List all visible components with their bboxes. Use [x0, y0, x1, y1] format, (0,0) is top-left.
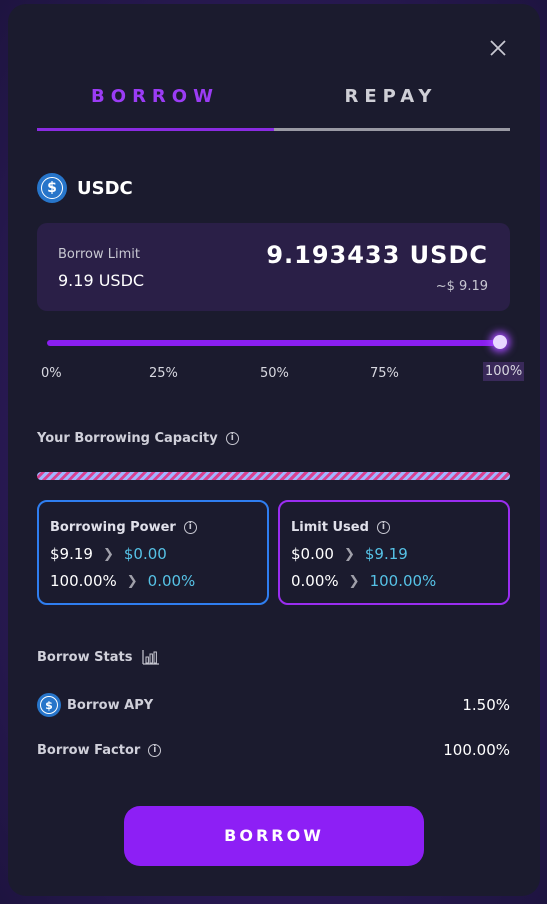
info-icon[interactable]: i: [148, 743, 162, 757]
limit-to-pct: 100.00%: [369, 572, 437, 590]
usdc-icon: $: [37, 693, 61, 717]
borrow-factor-row: Borrow Factor i 100.00%: [37, 741, 510, 759]
borrow-stats-title-text: Borrow Stats: [37, 649, 133, 665]
chevron-right-icon: ❯: [343, 546, 355, 562]
chevron-right-icon: ❯: [126, 573, 138, 589]
power-from-pct: 100.00%: [50, 572, 117, 590]
slider-tick-0[interactable]: 0%: [41, 366, 62, 381]
borrow-factor-label-group: Borrow Factor i: [37, 742, 162, 758]
limit-from-amount: $0.00: [291, 545, 334, 563]
limit-used-title-text: Limit Used: [291, 520, 369, 535]
borrow-stats-title: Borrow Stats: [37, 649, 160, 665]
usdc-icon: $: [37, 173, 67, 203]
borrow-apy-label-group: $ Borrow APY: [37, 693, 153, 717]
info-icon[interactable]: i: [225, 432, 239, 445]
close-icon[interactable]: [484, 34, 512, 62]
limit-to-amount: $9.19: [364, 545, 408, 563]
power-to-amount: $0.00: [123, 545, 167, 563]
amount-slider-handle[interactable]: [493, 335, 507, 349]
power-from-amount: $9.19: [50, 545, 93, 563]
slider-tick-100[interactable]: 100%: [483, 362, 525, 381]
chevron-right-icon: ❯: [102, 546, 114, 562]
slider-tick-75[interactable]: 75%: [370, 366, 399, 381]
borrowing-power-pct-row: 100.00% ❯ 0.00%: [50, 572, 195, 590]
tab-repay-indicator: [274, 128, 510, 131]
borrow-amount-usd: ~$ 9.19: [435, 279, 488, 294]
token-symbol: USDC: [77, 177, 133, 199]
slider-tick-25[interactable]: 25%: [149, 366, 178, 381]
chevron-right-icon: ❯: [348, 573, 360, 589]
bar-chart-icon[interactable]: [142, 649, 160, 665]
power-to-pct: 0.00%: [147, 572, 196, 590]
capacity-title: Your Borrowing Capacity i: [37, 431, 239, 446]
limit-used-card: Limit Used i $0.00 ❯ $9.19 0.00% ❯ 100.0…: [278, 500, 510, 605]
amount-slider-track[interactable]: [47, 340, 499, 346]
tab-borrow-indicator: [37, 128, 274, 131]
limit-used-title: Limit Used i: [291, 520, 390, 535]
borrow-limit-value: 9.19 USDC: [58, 271, 145, 290]
borrow-factor-value: 100.00%: [443, 741, 510, 759]
capacity-title-text: Your Borrowing Capacity: [37, 431, 218, 446]
token-header: $ USDC: [37, 172, 133, 204]
limit-used-pct-row: 0.00% ❯ 100.00%: [291, 572, 436, 590]
borrow-factor-label: Borrow Factor: [37, 742, 141, 758]
borrow-button[interactable]: BORROW: [124, 806, 424, 866]
borrow-apy-label: Borrow APY: [67, 697, 154, 713]
tab-repay[interactable]: REPAY: [273, 86, 509, 114]
info-icon[interactable]: i: [376, 521, 390, 534]
tab-borrow[interactable]: BORROW: [37, 86, 273, 114]
borrow-amount[interactable]: 9.193433 USDC: [266, 241, 488, 269]
borrowing-power-card: Borrowing Power i $9.19 ❯ $0.00 100.00% …: [37, 500, 269, 605]
limit-used-amount-row: $0.00 ❯ $9.19: [291, 545, 408, 563]
borrow-modal: BORROW REPAY $ USDC Borrow Limit 9.19 US…: [8, 4, 540, 896]
limit-from-pct: 0.00%: [291, 572, 339, 590]
borrowing-power-amount-row: $9.19 ❯ $0.00: [50, 545, 167, 563]
borrow-limit-box: Borrow Limit 9.19 USDC 9.193433 USDC ~$ …: [37, 223, 510, 311]
borrow-apy-row: $ Borrow APY 1.50%: [37, 693, 510, 717]
borrow-limit-label: Borrow Limit: [58, 247, 140, 262]
borrowing-power-title-text: Borrowing Power: [50, 520, 176, 535]
borrowing-power-title: Borrowing Power i: [50, 520, 197, 535]
slider-tick-50[interactable]: 50%: [260, 366, 289, 381]
capacity-bar: [37, 472, 510, 480]
info-icon[interactable]: i: [183, 521, 197, 534]
borrow-apy-value: 1.50%: [462, 696, 510, 714]
